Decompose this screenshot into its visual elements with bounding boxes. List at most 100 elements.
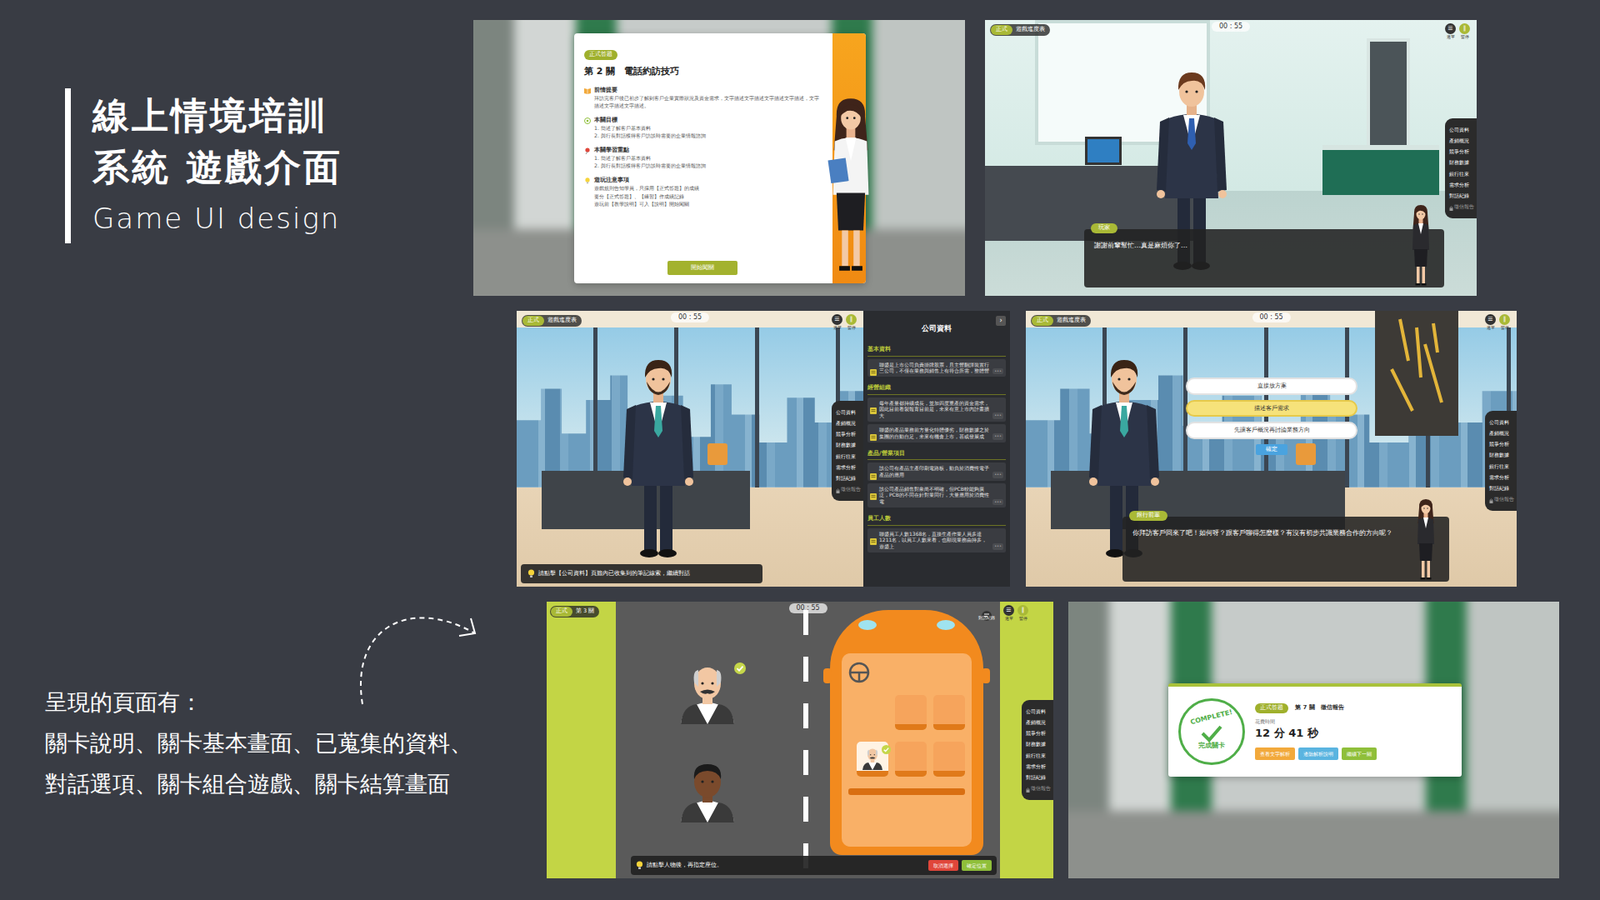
sidebar-item: 徵信報告 [835,484,861,495]
sidebar-item[interactable]: 競爭分析 [1489,439,1515,450]
progress-button[interactable]: 遊戲進度表 [1056,316,1086,325]
pause-button[interactable]: ∥暫停 [1017,605,1029,623]
headlight [858,620,877,630]
note-item[interactable]: 聯盛的產品業務前方量化特體優劣，財務數據之於集團的自動自足，未來有機會上市，甚或… [867,424,1006,443]
seat[interactable] [933,695,965,730]
section-heading: 本關目標 [584,115,821,125]
intro-section: 本關目標1. 簡述了解客戶基本資料2. 與行長對話獲得客戶訪談時需要的企業情報諮… [584,115,821,140]
more-button[interactable]: ••• [992,368,1004,375]
timer: 00 : 55 [788,603,827,614]
sidebar-item[interactable]: 產銷概況 [1449,135,1475,146]
note-item[interactable]: 聯盛員工人數1368名，直接生產作業人員多達1211名，以員工人數來看，也顯現業… [867,528,1006,553]
more-button[interactable]: ••• [992,471,1004,479]
choice-option[interactable]: 描述客戶需求 [1185,400,1358,418]
sidebar-label: 競爭分析 [835,430,856,438]
confirm-button[interactable]: 確定 [1255,444,1288,456]
result-button[interactable]: 邊聽解析說明 [1298,747,1339,760]
note-icon [870,362,877,370]
sidebar-item[interactable]: 公司資料 [1025,705,1051,717]
sidebar-item[interactable]: 競爭分析 [835,429,861,440]
sidebar-item[interactable]: 競爭分析 [1025,728,1051,740]
summary: 呈現的頁面有：關卡說明、關卡基本畫面、已蒐集的資料、對話選項、關卡組合遊戲、關卡… [45,681,473,805]
young-man-icon [674,755,741,823]
pause-button[interactable]: ∥暫停 [1499,314,1510,332]
dialog-log-button[interactable]: 對話紀錄 [978,605,995,622]
road-line [799,601,813,879]
more-button[interactable]: ••• [992,412,1004,420]
confirm-button[interactable]: 確定位置 [961,860,992,871]
passenger[interactable] [674,755,741,823]
sidebar-item[interactable]: 財務數據 [835,440,861,451]
sidebar-item[interactable]: 財務數據 [1489,450,1515,461]
hud-label: 暫停 [1019,615,1028,623]
seat[interactable] [895,741,927,777]
sidebar-item[interactable]: 產銷概況 [835,417,861,429]
sidebar-item[interactable]: 財務數據 [1025,739,1051,750]
sidebar-item[interactable]: 對話紀錄 [835,473,861,485]
note-icon [870,427,877,435]
seating-game-screen: 正式第 3 關對話紀錄00 : 55請點擊人物後，再指定座位。取消選擇確定位置☰… [546,601,1054,879]
progress-button[interactable]: 遊戲進度表 [1015,25,1045,35]
sidebar-label: 對話紀錄 [1025,774,1046,781]
result-button[interactable]: 查看文字解析 [1255,747,1295,760]
section-line: 要分【正式答題】、【練習】作成績記錄 [584,192,821,200]
sidebar-item[interactable]: 公司資料 [1489,416,1515,428]
progress-button[interactable]: 遊戲進度表 [547,316,577,325]
more-button[interactable]: ••• [992,433,1004,440]
sidebar-label: 競爭分析 [1489,440,1510,448]
seat[interactable] [856,741,889,777]
note-item[interactable]: 每年產量都持續成長，並加四度重產的資金需求，因此目前看製報育目前是，未來有意上市… [867,397,1006,422]
start-button[interactable]: 開始闖關 [667,260,738,275]
sidebar-item[interactable]: 需求分析 [1025,760,1051,772]
sidebar-item[interactable]: 需求分析 [1489,471,1515,483]
sidebar-label: 徵信報告 [1494,495,1515,503]
office-door [1366,38,1410,149]
note-text: 聯盛的產品業務前方量化特體優劣，財務數據之於集團的自動自足，未來有機會上市，甚或… [879,426,990,440]
menu-icon: ☰ [1003,605,1015,616]
close-button[interactable]: › [995,315,1006,326]
more-button[interactable]: ••• [992,499,1004,506]
timer: 00 : 55 [670,312,710,323]
choice-option[interactable]: 先讓客戶概況再討論業務方向 [1185,421,1358,440]
mode-badge: 正式答題 [584,50,618,60]
seat-row [848,695,965,730]
sidebar-item[interactable]: 銀行往來 [1489,460,1515,472]
sidebar-item[interactable]: 銀行往來 [1025,750,1051,761]
hint-bar: 請點擊【公司資料】頁籤內已收集到的筆記線索，繼續對話 [520,564,763,584]
note-item[interactable]: 該公司產品銷售對象尚不明確，但PCB較能夠廣泛，PCB的不同在針對業同行，大量應… [867,483,1006,508]
sidebar-item[interactable]: 對話紀錄 [1489,483,1515,495]
sidebar-item[interactable]: 公司資料 [1449,124,1475,135]
choice-option[interactable]: 直接放方案 [1185,377,1358,395]
sidebar-item[interactable]: 對話紀錄 [1025,772,1051,784]
pause-button[interactable]: ∥暫停 [1459,23,1470,41]
sidebar-item[interactable]: 需求分析 [835,461,861,473]
sidebar-item[interactable]: 財務數據 [1449,157,1475,169]
sidebar-label: 銀行往來 [1025,752,1046,760]
pause-button[interactable]: ∥暫停 [845,314,857,332]
section-heading: 員工人數 [867,512,1006,526]
section-line: 2. 與行長對話獲得客戶訪談時需要的企業情報諮詢 [584,161,821,170]
more-button[interactable]: ••• [992,543,1004,550]
sidebar-item[interactable]: 產銷概況 [1489,427,1515,439]
seat[interactable] [895,695,927,730]
note-item[interactable]: 聯盛是上市公司負責掛牌股票，且主營翻譯裝置行三公司，不僅在業務與銷售上有符合所需… [867,359,1006,378]
cancel-button[interactable]: 取消選擇 [928,860,959,871]
sidebar-item[interactable]: 公司資料 [835,406,861,418]
sidebar-item[interactable]: 需求分析 [1449,179,1475,190]
sidebar-item[interactable]: 銀行往來 [1449,168,1475,180]
sidebar-item[interactable]: 競爭分析 [1449,146,1475,158]
sidebar-item[interactable]: 對話紀錄 [1449,190,1475,202]
timer: 00 : 55 [1211,21,1250,32]
sidebar-item[interactable]: 銀行往來 [835,450,861,462]
menu-button[interactable]: ☰選單 [1485,314,1496,332]
sidebar-item[interactable]: 產銷概況 [1025,716,1051,728]
company-data-panel: 公司資料›基本資料聯盛是上市公司負責掛牌股票，且主營翻譯裝置行三公司，不僅在業務… [863,310,1010,587]
note-item[interactable]: 該公司有產品主產印刷電路板，動負於消費性電子產品的應用••• [867,462,1006,481]
result-button[interactable]: 繼續下一關 [1341,747,1377,760]
menu-button[interactable]: ☰選單 [1003,605,1015,623]
menu-button[interactable]: ☰選單 [1445,23,1456,41]
passenger[interactable] [674,657,741,725]
seat[interactable] [933,741,965,777]
section-heading: 遊玩注意事項 [584,175,821,185]
menu-button[interactable]: ☰選單 [831,314,843,332]
